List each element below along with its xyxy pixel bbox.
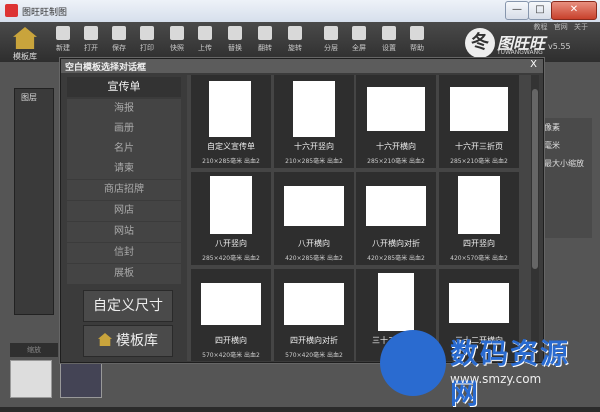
thumbnail-strip (10, 360, 105, 398)
toolbar-fullscreen[interactable]: 全屏 (346, 26, 372, 53)
logo-subtext: TUWANGWANG (497, 49, 543, 56)
category-envelope[interactable]: 信封 (67, 243, 181, 263)
template-card[interactable]: 八开竖向 285×420毫米 出血2 (191, 172, 271, 265)
template-grid: 自定义宣传单 210×285毫米 出血2 十六开竖向 210×285毫米 出血2… (187, 75, 537, 361)
template-card[interactable]: 十六开横向 285×210毫米 出血2 (356, 75, 436, 168)
new-file-icon (56, 26, 70, 40)
page-thumbnail[interactable] (10, 360, 52, 398)
template-card[interactable]: 四开横向对折 570×420毫米 出血2 (274, 269, 354, 361)
paper-preview (366, 186, 426, 226)
template-card[interactable]: 四开竖向 420×570毫米 出血2 (439, 172, 519, 265)
website-link[interactable]: 官网 (554, 23, 568, 31)
paper-preview (293, 81, 335, 137)
category-poster[interactable]: 海报 (67, 99, 181, 119)
template-card[interactable]: 十六开竖向 210×285毫米 出血2 (274, 75, 354, 168)
dialog-close-button[interactable]: X (530, 59, 537, 70)
watermark-logo-icon (380, 330, 446, 396)
close-button[interactable]: ✕ (551, 1, 597, 20)
minimize-button[interactable]: — (505, 1, 529, 20)
template-card[interactable]: 四开横向 570×420毫米 出血2 (191, 269, 271, 361)
category-invitation[interactable]: 请柬 (67, 159, 181, 179)
upload-icon (198, 26, 212, 40)
custom-size-button[interactable]: 自定义尺寸 (83, 290, 173, 322)
properties-panel: 像素 毫米 最大小缩放 (540, 118, 592, 238)
category-flyer[interactable]: 宣传单 (67, 77, 181, 97)
paper-preview (449, 283, 509, 323)
fullscreen-icon (352, 26, 366, 40)
toolbar-rotate[interactable]: 旋转 (282, 26, 308, 53)
logo-mark-icon: 冬 (465, 28, 495, 58)
page-thumbnail[interactable] (60, 360, 102, 398)
paper-preview (284, 283, 344, 325)
toolbar-upload[interactable]: 上传 (192, 26, 218, 53)
toolbar-settings[interactable]: 设置 (376, 26, 402, 53)
app-icon (5, 4, 18, 17)
blank-template-dialog: 空白模板选择对话框 X 宣传单 海报 画册 名片 请柬 商店招牌 网店 网站 信… (60, 58, 544, 363)
flip-icon (258, 26, 272, 40)
save-icon (112, 26, 126, 40)
category-brochure[interactable]: 画册 (67, 119, 181, 139)
category-display-board[interactable]: 展板 (67, 264, 181, 284)
template-library-button[interactable]: 模板库 (83, 325, 173, 357)
dialog-title: 空白模板选择对话框 (65, 63, 147, 73)
watermark-url: www.smzy.com (450, 372, 542, 386)
paper-preview (450, 87, 508, 131)
layers-panel: 图层 (14, 88, 54, 315)
toolbar-save[interactable]: 保存 (106, 26, 132, 53)
window-title: 图旺旺制图 (22, 8, 68, 18)
about-link[interactable]: 关于 (574, 23, 588, 31)
scrollbar-thumb[interactable] (532, 89, 538, 269)
category-shop-sign[interactable]: 商店招牌 (67, 180, 181, 200)
home-icon (98, 333, 112, 346)
gear-icon (382, 26, 396, 40)
print-icon (140, 26, 154, 40)
toolbar-print[interactable]: 打印 (134, 26, 160, 53)
version-label: v5.55 (548, 42, 571, 51)
paper-preview (284, 186, 344, 226)
toolbar-layers[interactable]: 分层 (318, 26, 344, 53)
replace-icon (228, 26, 242, 40)
help-icon (410, 26, 424, 40)
toolbar-open[interactable]: 打开 (78, 26, 104, 53)
toolbar-replace[interactable]: 替换 (222, 26, 248, 53)
paper-preview (367, 87, 425, 131)
category-website[interactable]: 网站 (67, 222, 181, 242)
paper-preview (210, 176, 252, 234)
unit-mm-label: 毫米 (544, 141, 560, 150)
paper-preview (378, 273, 414, 331)
dialog-title-bar: 空白模板选择对话框 X (61, 59, 543, 73)
rotate-icon (288, 26, 302, 40)
template-card[interactable]: 自定义宣传单 210×285毫米 出血2 (191, 75, 271, 168)
zoom-bar[interactable]: 缩放 (10, 343, 58, 357)
toolbar-flip[interactable]: 翻转 (252, 26, 278, 53)
category-online-shop[interactable]: 网店 (67, 201, 181, 221)
open-folder-icon (84, 26, 98, 40)
category-business-card[interactable]: 名片 (67, 139, 181, 159)
site-watermark: 数码资源网 www.smzy.com (380, 326, 590, 410)
home-icon (13, 27, 37, 49)
toolbar-snapshot[interactable]: 快照 (164, 26, 190, 53)
template-scrollbar[interactable] (531, 75, 539, 361)
title-bar: 图旺旺制图 — □ ✕ (0, 0, 600, 23)
template-card[interactable]: 十六开三折页 285×210毫米 出血2 (439, 75, 519, 168)
zoom-label[interactable]: 最大小缩放 (544, 158, 584, 169)
toolbar-new[interactable]: 新建 (50, 26, 76, 53)
maximize-button[interactable]: □ (528, 1, 552, 20)
template-library-home[interactable]: 模板库 (4, 24, 46, 64)
paper-preview (201, 283, 261, 325)
unit-px-label: 像素 (544, 123, 560, 132)
template-card[interactable]: 八开横向对折 420×285毫米 出血2 (356, 172, 436, 265)
brand-logo: 冬 图旺旺 TUWANGWANG (465, 28, 555, 62)
paper-preview (209, 81, 251, 137)
paper-preview (458, 176, 500, 234)
template-card[interactable]: 八开横向 420×285毫米 出血2 (274, 172, 354, 265)
layers-icon (324, 26, 338, 40)
category-sidebar: 宣传单 海报 画册 名片 请柬 商店招牌 网店 网站 信封 展板 自定义尺寸 模… (67, 77, 181, 357)
layers-panel-title: 图层 (21, 93, 37, 102)
camera-icon (170, 26, 184, 40)
toolbar-help[interactable]: 帮助 (404, 26, 430, 53)
